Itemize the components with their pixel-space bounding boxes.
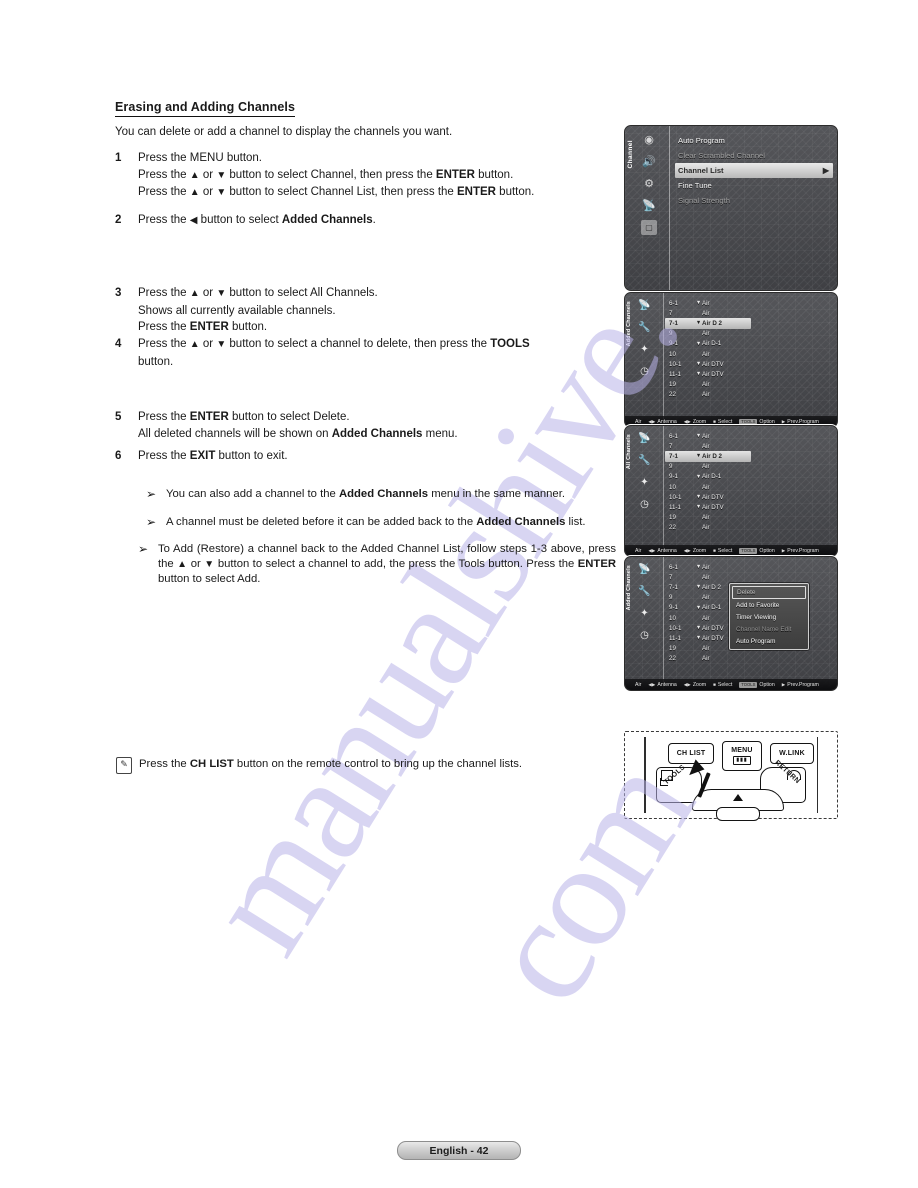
chlist-note-text: Press the CH LIST button on the remote c… bbox=[139, 758, 523, 770]
step-text: Press the ▲ or ▼ button to select All Ch… bbox=[138, 285, 378, 336]
step-text-line: Press the ENTER button. bbox=[138, 321, 268, 333]
step-text-line: Press the ▲ or ▼ button to select Channe… bbox=[138, 186, 535, 198]
chlist-note: ✎ Press the CH LIST button on the remote… bbox=[116, 757, 636, 774]
step-text-line: Press the EXIT button to exit. bbox=[138, 450, 288, 462]
step-number: 2 bbox=[115, 214, 122, 226]
page-content: Erasing and Adding Channels You can dele… bbox=[0, 0, 918, 1188]
step-text: Press the ENTER button to select Delete.… bbox=[138, 409, 458, 442]
step-item: 2 Press the ◀ button to select Added Chan… bbox=[115, 212, 615, 230]
step-item: 1 Press the MENU button. Press the ▲ or ▼ … bbox=[115, 150, 615, 202]
step-text-line: Press the ◀ button to select Added Chann… bbox=[138, 214, 376, 226]
step-text-line: Press the ENTER button to select Delete. bbox=[138, 411, 350, 423]
step-number: 6 bbox=[115, 450, 122, 462]
note-bullet-icon: ➢ bbox=[146, 514, 157, 529]
page-title: Erasing and Adding Channels bbox=[115, 100, 296, 117]
note-text: To Add (Restore) a channel back to the A… bbox=[158, 543, 617, 585]
note-item: ➢ You can also add a channel to the Added… bbox=[146, 487, 616, 502]
step-item: 5 Press the ENTER button to select Delete… bbox=[115, 409, 615, 442]
note-text: A channel must be deleted before it can … bbox=[166, 515, 586, 528]
step-text-line: Press the ▲ or ▼ button to select a chan… bbox=[138, 338, 530, 350]
step-text: Press the MENU button. Press the ▲ or ▼ b… bbox=[138, 150, 534, 202]
step-item: 3 Press the ▲ or ▼ button to select All C… bbox=[115, 285, 615, 336]
step-item: 4 Press the ▲ or ▼ button to select a cha… bbox=[115, 336, 615, 370]
note-bullet-icon: ➢ bbox=[138, 542, 149, 556]
note-text: You can also add a channel to the Added … bbox=[166, 488, 565, 500]
step-text: Press the EXIT button to exit. bbox=[138, 448, 288, 465]
note-bullet-icon: ➢ bbox=[146, 487, 157, 501]
step-item: 6 Press the EXIT button to exit. bbox=[115, 448, 615, 465]
page-footer: English - 42 bbox=[397, 1141, 521, 1160]
step-text: Press the ▲ or ▼ button to select a chan… bbox=[138, 336, 530, 370]
step-number: 4 bbox=[115, 338, 122, 350]
step-text-line: button. bbox=[138, 355, 174, 368]
step-text-line: All deleted channels will be shown on Ad… bbox=[138, 427, 458, 440]
note-item: ➢ To Add (Restore) a channel back to the … bbox=[138, 542, 616, 587]
step-number: 5 bbox=[115, 411, 122, 423]
notes-list: ➢ You can also add a channel to the Added… bbox=[138, 487, 616, 600]
page-lead-text: You can delete or add a channel to displ… bbox=[115, 126, 453, 138]
step-text-line: Press the MENU button. bbox=[138, 152, 262, 164]
steps-list: 1 Press the MENU button. Press the ▲ or ▼ … bbox=[115, 150, 615, 490]
step-text: Press the ◀ button to select Added Chann… bbox=[138, 212, 376, 230]
step-number: 3 bbox=[115, 287, 122, 299]
step-number: 1 bbox=[115, 152, 122, 164]
step-text-line: Press the ▲ or ▼ button to select All Ch… bbox=[138, 287, 378, 299]
step-text-line: Shows all currently available channels. bbox=[138, 304, 336, 317]
note-pencil-icon: ✎ bbox=[116, 757, 132, 774]
manual-page: manualshive. com Erasing and Adding Chan… bbox=[0, 0, 918, 1188]
note-item: ➢ A channel must be deleted before it can… bbox=[146, 515, 616, 530]
step-text-line: Press the ▲ or ▼ button to select Channe… bbox=[138, 168, 514, 181]
